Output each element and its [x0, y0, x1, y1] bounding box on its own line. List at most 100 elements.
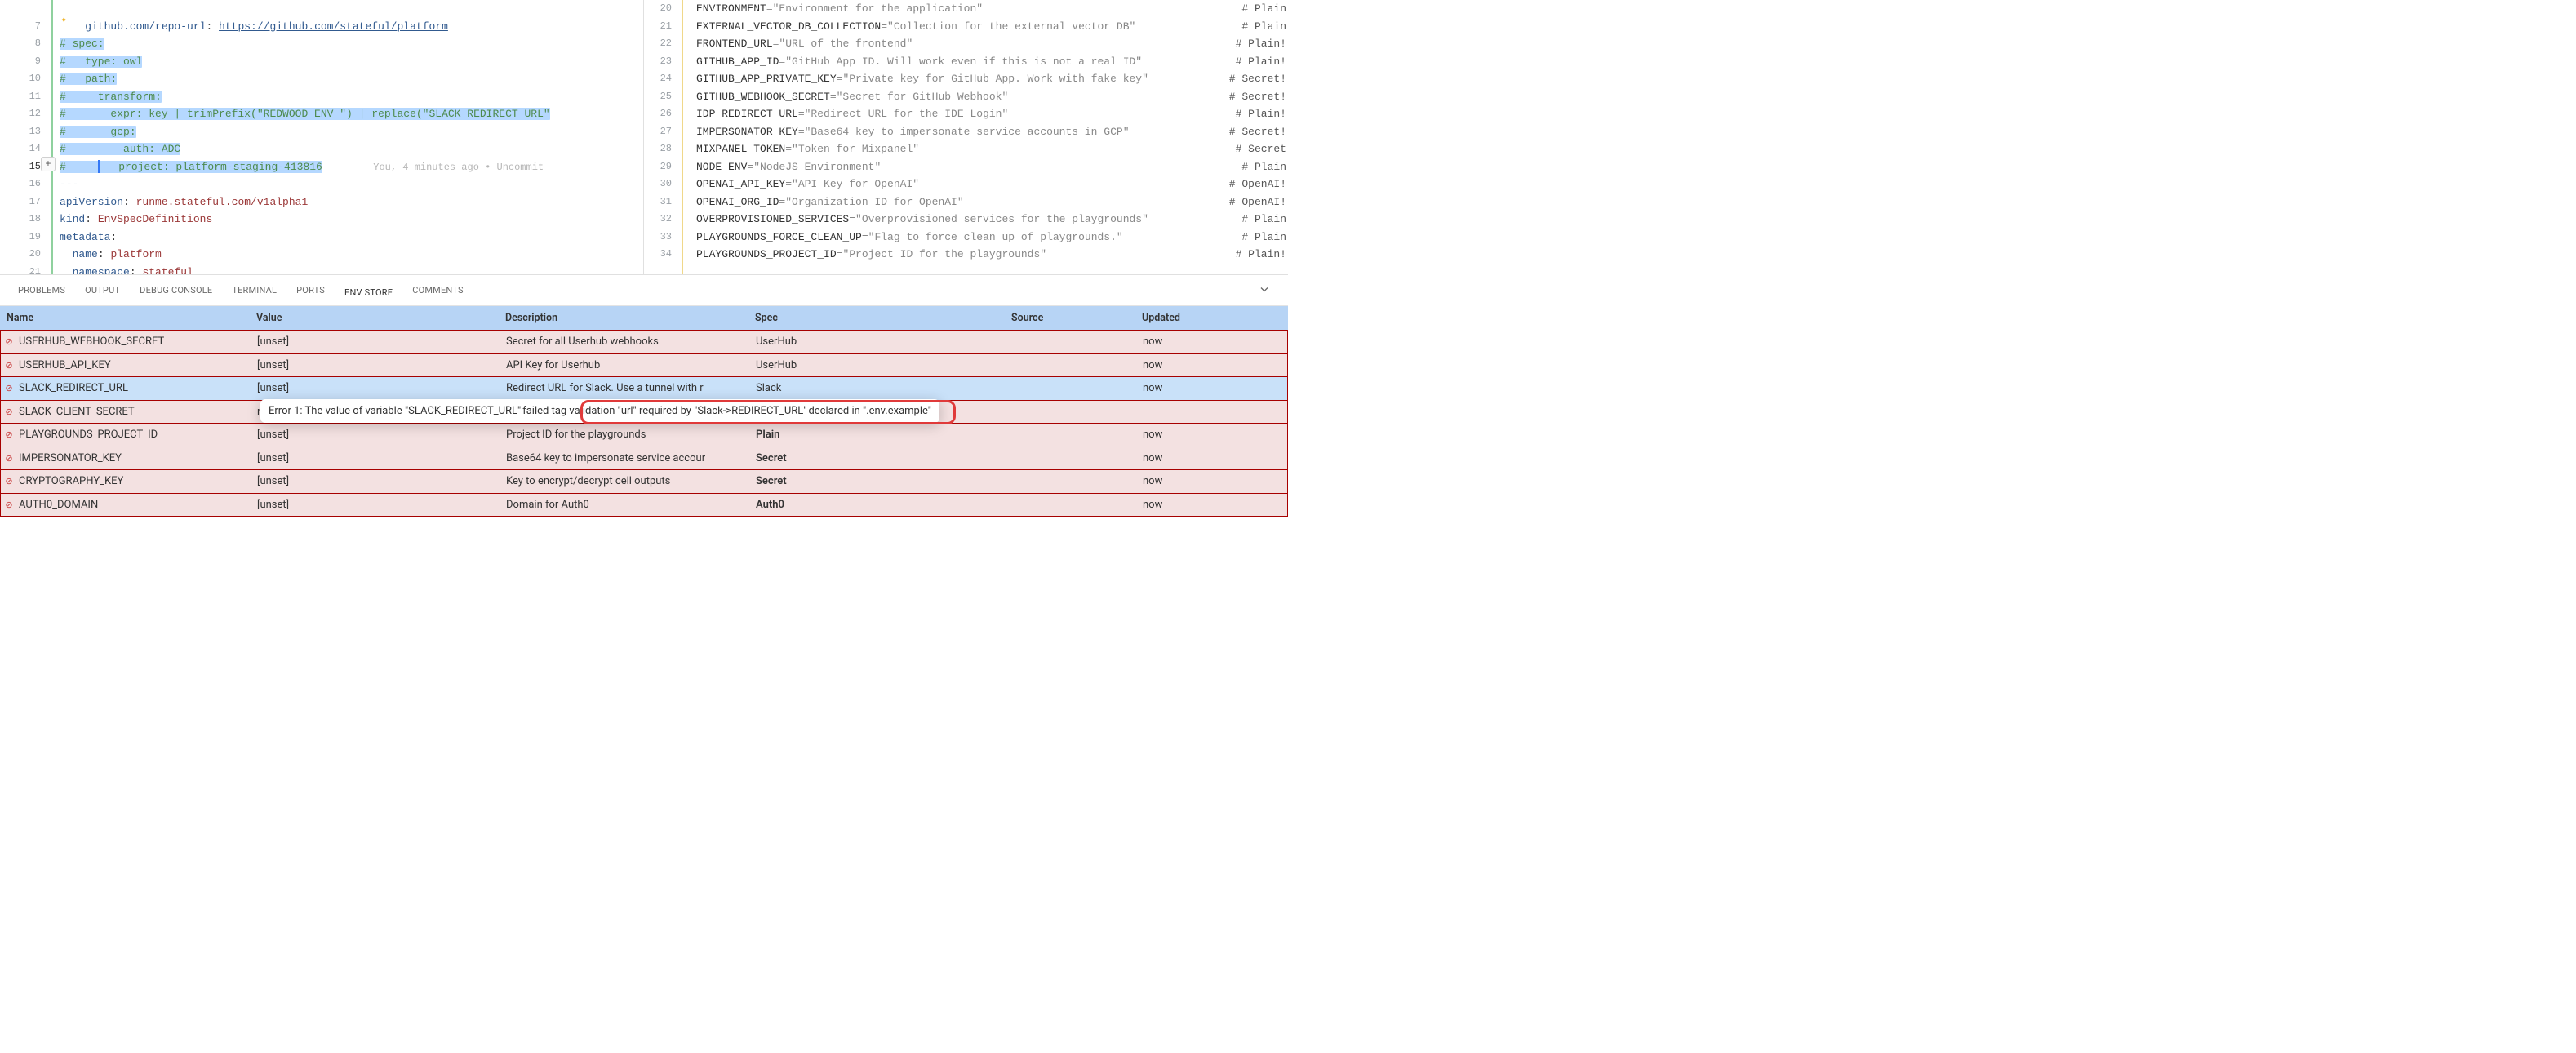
env-name: USERHUB_API_KEY [17, 359, 254, 371]
editor-split: ✦ + 7 github.com/repo-url: https://githu… [0, 0, 1288, 274]
env-spec: Slack [753, 382, 1009, 394]
right-editor[interactable]: 20ENVIRONMENT="Environment for the appli… [644, 0, 1288, 274]
line-number: 7 [0, 18, 51, 36]
env-name: PLAYGROUNDS_PROJECT_ID [17, 429, 254, 441]
env-desc: Base64 key to impersonate service accour [503, 452, 753, 464]
env-updated: now [1139, 452, 1287, 464]
env-var-line: OPENAI_API_KEY="API Key for OpenAI" [696, 176, 1229, 193]
type-tag: # Plain! [1236, 105, 1288, 123]
line-number: 34 [644, 246, 682, 264]
table-row[interactable]: ⊘CRYPTOGRAPHY_KEY[unset]Key to encrypt/d… [0, 470, 1288, 494]
right-line: 24GITHUB_APP_PRIVATE_KEY="Private key fo… [644, 70, 1288, 88]
header-value[interactable]: Value [253, 312, 502, 324]
env-value: [unset] [254, 382, 503, 394]
tab-debug-console[interactable]: DEBUG CONSOLE [140, 282, 212, 299]
left-line: 17 apiVersion: runme.stateful.com/v1alph… [0, 193, 643, 211]
right-line: 27IMPERSONATOR_KEY="Base64 key to impers… [644, 123, 1288, 141]
line-number: 17 [0, 193, 51, 211]
type-tag: # Plain! [1236, 246, 1288, 264]
env-var-line: OPENAI_ORG_ID="Organization ID for OpenA… [696, 193, 1229, 211]
env-value: [unset] [254, 335, 503, 348]
line-number: 28 [644, 140, 682, 158]
type-tag: # Secret! [1229, 70, 1288, 88]
error-icon: ⊘ [1, 429, 17, 440]
header-spec[interactable]: Spec [752, 312, 1008, 324]
right-line: 21 EXTERNAL_VECTOR_DB_COLLECTION="Collect… [644, 18, 1288, 36]
type-tag: # Plain! [1236, 35, 1288, 53]
error-icon: ⊘ [1, 476, 17, 487]
left-line: 15 # project: platform-staging-413816 Yo… [0, 158, 643, 176]
env-desc: Redirect URL for Slack. Use a tunnel wit… [503, 382, 753, 394]
left-line: 10 # path: [0, 70, 643, 88]
line-number: 21 [644, 18, 682, 36]
env-updated: now [1139, 359, 1287, 371]
table-row[interactable]: ⊘PLAYGROUNDS_PROJECT_ID[unset]Project ID… [0, 424, 1288, 447]
tab-terminal[interactable]: TERMINAL [232, 282, 277, 299]
line-number: 12 [0, 105, 51, 123]
bottom-panel: PROBLEMS OUTPUT DEBUG CONSOLE TERMINAL PORTS… [0, 274, 1288, 526]
env-updated: now [1139, 335, 1287, 348]
env-store-table[interactable]: Name Value Description Spec Source Updat… [0, 306, 1288, 526]
line-number: 33 [644, 229, 682, 247]
line-number: 30 [644, 176, 682, 193]
header-name[interactable]: Name [0, 312, 253, 324]
env-spec: Auth0 [753, 499, 1009, 511]
env-value: [unset] [254, 359, 503, 371]
type-tag: # Plain [1241, 0, 1288, 18]
env-value: [unset] [254, 475, 503, 487]
table-row[interactable]: ⊘USERHUB_WEBHOOK_SECRET[unset]Secret for… [0, 331, 1288, 354]
left-editor[interactable]: ✦ + 7 github.com/repo-url: https://githu… [0, 0, 644, 274]
header-updated[interactable]: Updated [1139, 312, 1288, 324]
git-blame: You, 4 minutes ago • Uncommit [373, 162, 544, 173]
left-line [0, 0, 643, 18]
left-line: 21 namespace: stateful [0, 264, 643, 275]
header-desc[interactable]: Description [502, 312, 752, 324]
env-var-line: MIXPANEL_TOKEN="Token for Mixpanel" [696, 140, 1236, 158]
header-source[interactable]: Source [1008, 312, 1139, 324]
type-tag: # Plain [1241, 229, 1288, 247]
repo-link[interactable]: https://github.com/stateful/platform [219, 20, 448, 33]
line-number: 27 [644, 123, 682, 141]
right-line: 33PLAYGROUNDS_FORCE_CLEAN_UP="Flag to fo… [644, 229, 1288, 247]
right-line: 28MIXPANEL_TOKEN="Token for Mixpanel"# S… [644, 140, 1288, 158]
tab-output[interactable]: OUTPUT [85, 282, 120, 299]
error-icon: ⊘ [1, 500, 17, 510]
table-row[interactable]: ⊘USERHUB_API_KEY[unset]API Key for Userh… [0, 354, 1288, 378]
left-line: 19 metadata: [0, 229, 643, 247]
left-line: 12 # expr: key | trimPrefix("REDWOOD_ENV… [0, 105, 643, 123]
tab-comments[interactable]: COMMENTS [412, 282, 464, 299]
add-line-button[interactable]: + [41, 157, 56, 171]
env-updated: now [1139, 429, 1287, 441]
line-number: 25 [644, 88, 682, 106]
env-var-line: EXTERNAL_VECTOR_DB_COLLECTION="Collectio… [696, 18, 1241, 36]
line-number: 20 [0, 246, 51, 264]
table-row[interactable]: ⊘AUTH0_DOMAIN[unset]Domain for Auth0Auth… [0, 494, 1288, 518]
table-row[interactable]: ⊘IMPERSONATOR_KEY[unset]Base64 key to im… [0, 447, 1288, 471]
tab-env-store[interactable]: ENV STORE [344, 284, 393, 304]
line-number: 10 [0, 70, 51, 88]
env-name: IMPERSONATOR_KEY [17, 452, 254, 464]
env-desc: Domain for Auth0 [503, 499, 753, 511]
error-tooltip: Error 1: The value of variable "SLACK_RE… [260, 399, 939, 423]
table-row[interactable]: ⊘SLACK_CLIENT_SECRETError 1: The value o… [0, 401, 1288, 424]
tab-problems[interactable]: PROBLEMS [18, 282, 65, 299]
left-line: 14 # auth: ADC [0, 140, 643, 158]
type-tag: # OpenAI! [1229, 193, 1288, 211]
panel-tab-bar: PROBLEMS OUTPUT DEBUG CONSOLE TERMINAL PORTS… [0, 275, 1288, 306]
env-name: SLACK_CLIENT_SECRET [17, 406, 254, 418]
cursor-caret [98, 160, 100, 173]
left-line: 13 # gcp: [0, 123, 643, 141]
line-number: 32 [644, 211, 682, 229]
yaml-key: github.com/repo-url [60, 20, 206, 33]
env-table-header: Name Value Description Spec Source Updat… [0, 306, 1288, 331]
chevron-down-icon[interactable] [1259, 283, 1270, 297]
type-tag: # Plain [1241, 158, 1288, 176]
line-number: 31 [644, 193, 682, 211]
env-spec: UserHub [753, 359, 1009, 371]
tab-ports[interactable]: PORTS [296, 282, 325, 299]
env-spec: Secret [753, 475, 1009, 487]
right-line: 26IDP_REDIRECT_URL="Redirect URL for the… [644, 105, 1288, 123]
line-number [0, 0, 51, 18]
line-number: 21 [0, 264, 51, 275]
table-row[interactable]: ⊘SLACK_REDIRECT_URL[unset]Redirect URL f… [0, 377, 1288, 401]
